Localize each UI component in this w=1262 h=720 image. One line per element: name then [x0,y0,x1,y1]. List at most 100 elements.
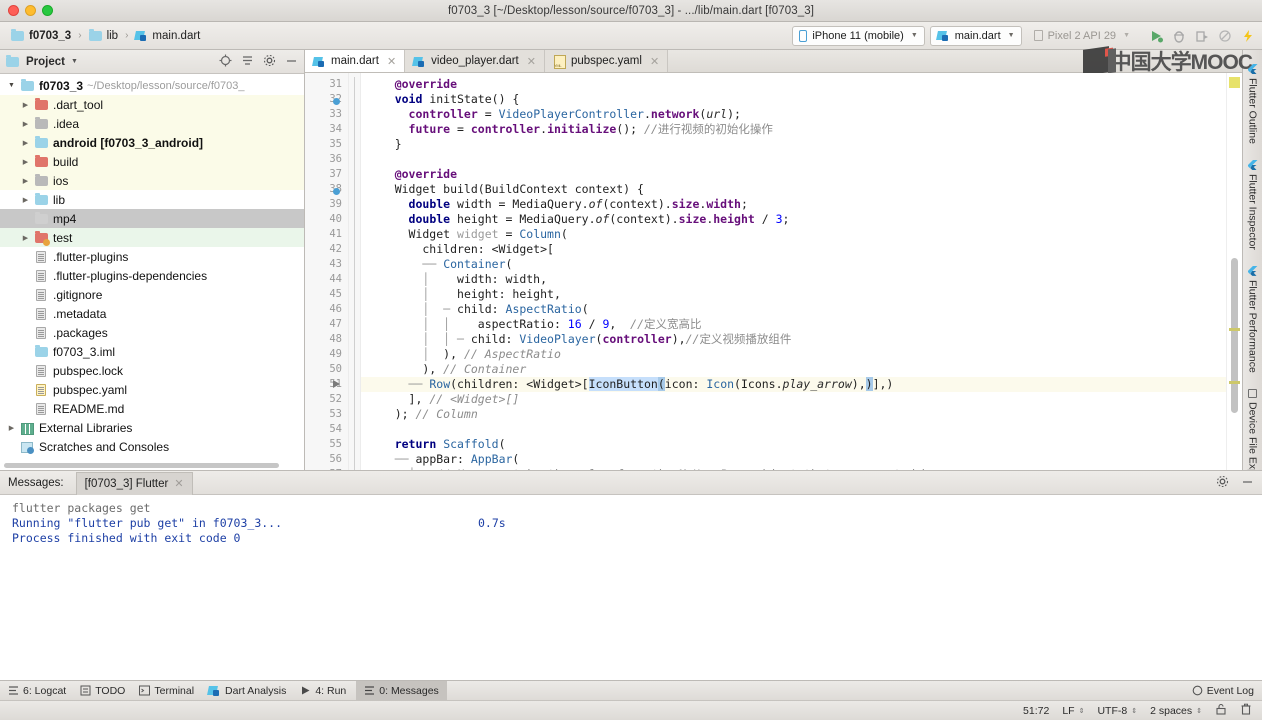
tree-item-flutter-plugins-dependencies[interactable]: .flutter-plugins-dependencies [0,266,304,285]
encoding-selector[interactable]: UTF-8 ⇕ [1097,705,1137,717]
override-marker-icon[interactable] [332,185,340,195]
tree-item-idea[interactable]: ▶ .idea [0,114,304,133]
editor-scrollbar[interactable] [1226,73,1242,470]
code-editor[interactable]: 3132333435363738394041424344454647484950… [305,73,1242,470]
android-device-selector[interactable]: Pixel 2 API 29 ▼ [1027,26,1137,46]
code-line[interactable]: │ ─ child: AspectRatio( [361,302,1226,317]
tree-item-pubspec-yaml[interactable]: pubspec.yaml [0,380,304,399]
breadcrumb-project[interactable]: f0703_3 [8,28,74,44]
fold-marker[interactable] [349,227,360,242]
line-number[interactable]: 42 [305,242,348,257]
line-number[interactable]: 37 [305,167,348,182]
tree-item-build[interactable]: ▶ build [0,152,304,171]
fold-gutter[interactable] [349,73,361,470]
line-number[interactable]: 53 [305,407,348,422]
tool-tab-flutter-inspector[interactable]: Flutter Inspector [1245,152,1261,258]
tree-item-android-f0703-3-android[interactable]: ▶ android [f0703_3_android] [0,133,304,152]
fold-marker[interactable] [349,182,360,197]
close-icon[interactable]: ✕ [527,55,536,68]
debug-icon[interactable] [1171,28,1187,44]
fold-marker[interactable] [349,317,360,332]
fold-marker[interactable] [349,347,360,362]
tree-item-mp4[interactable]: mp4 [0,209,304,228]
disclosure-triangle-icon[interactable]: ▶ [20,101,31,109]
disclosure-triangle-icon[interactable]: ▶ [20,196,31,204]
code-line[interactable]: double height = MediaQuery.of(context).s… [361,212,1226,227]
code-line[interactable]: │ height: height, [361,287,1226,302]
line-number[interactable]: 31 [305,77,348,92]
code-line[interactable]: │ │ aspectRatio: 16 / 9, //定义宽高比 [361,317,1226,332]
code-line[interactable] [361,422,1226,437]
settings-gear-icon[interactable] [1216,475,1229,491]
tree-item-dart-tool[interactable]: ▶ .dart_tool [0,95,304,114]
disclosure-triangle-icon[interactable]: ▶ [6,424,17,432]
status-item-terminal[interactable]: Terminal [139,685,194,697]
code-line[interactable]: return Scaffold( [361,437,1226,452]
line-number[interactable]: 41 [305,227,348,242]
line-number[interactable]: 34 [305,122,348,137]
disclosure-triangle-icon[interactable]: ▶ [20,158,31,166]
caret-position[interactable]: 51:72 [1023,705,1049,717]
code-line[interactable]: Widget build(BuildContext context) { [361,182,1226,197]
fold-marker[interactable] [349,92,360,107]
tree-item-flutter-plugins[interactable]: .flutter-plugins [0,247,304,266]
code-line[interactable]: future = controller.initialize(); //进行视频… [361,122,1226,137]
status-item-messages[interactable]: 0: Messages [356,680,447,701]
status-item-todo[interactable]: TODO [80,685,125,697]
fold-marker[interactable] [349,122,360,137]
editor-tab-bar[interactable]: main.dart✕video_player.dart✕pubspec.yaml… [305,50,1242,73]
code-line[interactable] [361,152,1226,167]
fold-marker[interactable] [349,77,360,92]
tree-item-gitignore[interactable]: .gitignore [0,285,304,304]
fold-marker[interactable] [349,287,360,302]
code-line[interactable]: │ ), // AspectRatio [361,347,1226,362]
code-line[interactable]: ── Container( [361,257,1226,272]
line-number[interactable]: 40 [305,212,348,227]
project-horizontal-scrollbar[interactable] [0,461,304,470]
disclosure-triangle-icon[interactable]: ▶ [20,234,31,242]
settings-gear-icon[interactable] [263,54,276,70]
line-number[interactable]: 49 [305,347,348,362]
line-number[interactable]: 39 [305,197,348,212]
disclosure-triangle-icon[interactable]: ▼ [6,82,17,89]
fold-marker[interactable] [349,377,360,392]
minimize-icon[interactable] [285,54,298,70]
indent-selector[interactable]: 2 spaces ⇕ [1150,705,1202,717]
fold-marker[interactable] [349,302,360,317]
messages-tab[interactable]: [f0703_3] Flutter ✕ [75,471,193,495]
tree-item-f0703-3[interactable]: ▼ f0703_3 ~/Desktop/lesson/source/f0703_ [0,76,304,95]
coverage-icon[interactable] [1217,28,1233,44]
trash-icon[interactable] [1240,703,1252,718]
fold-marker[interactable] [349,392,360,407]
tree-item-pubspec-lock[interactable]: pubspec.lock [0,361,304,380]
chevron-down-icon[interactable]: ▼ [71,58,78,65]
tree-item-metadata[interactable]: .metadata [0,304,304,323]
breadcrumb-lib[interactable]: lib [86,28,122,44]
code-line[interactable]: ], // <Widget>[] [361,392,1226,407]
code-line[interactable]: │ │ ─ child: VideoPlayer(controller),//定… [361,332,1226,347]
code-line[interactable]: Widget widget = Column( [361,227,1226,242]
tree-item-scratches-and-consoles[interactable]: Scratches and Consoles [0,437,304,456]
close-icon[interactable]: ✕ [174,477,183,490]
fold-marker[interactable] [349,197,360,212]
code-line[interactable]: double width = MediaQuery.of(context).si… [361,197,1226,212]
line-number[interactable]: 57 [305,467,348,470]
line-number[interactable]: 44 [305,272,348,287]
disclosure-triangle-icon[interactable]: ▶ [20,177,31,185]
tree-item-ios[interactable]: ▶ ios [0,171,304,190]
run-configuration-selector[interactable]: main.dart ▼ [929,25,1022,46]
locate-icon[interactable] [219,54,232,70]
code-line[interactable]: @override [361,77,1226,92]
tool-tab-flutter-outline[interactable]: Flutter Outline [1245,56,1261,152]
disclosure-triangle-icon[interactable]: ▶ [20,120,31,128]
line-number[interactable]: 36 [305,152,348,167]
fold-marker[interactable] [349,137,360,152]
override-marker-icon[interactable] [332,95,340,105]
close-icon[interactable]: ✕ [387,55,396,68]
line-number[interactable]: 50 [305,362,348,377]
fold-marker[interactable] [349,257,360,272]
fold-marker[interactable] [349,407,360,422]
line-number[interactable]: 33 [305,107,348,122]
code-line[interactable]: │ width: width, [361,272,1226,287]
scrollbar-thumb[interactable] [1231,258,1238,413]
